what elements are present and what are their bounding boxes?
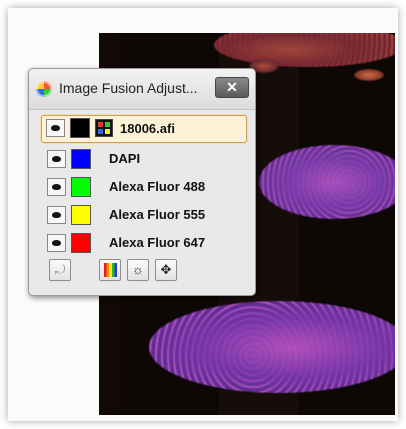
- color-swatch[interactable]: [71, 177, 91, 197]
- channel-label: DAPI: [109, 151, 141, 166]
- color-swatch[interactable]: [70, 118, 90, 138]
- color-swatch[interactable]: [71, 149, 91, 169]
- visibility-eye-icon[interactable]: [47, 178, 66, 196]
- color-swatch[interactable]: [71, 233, 91, 253]
- file-name-label: 18006.afi: [120, 121, 175, 136]
- reset-button[interactable]: ⤾: [49, 259, 71, 281]
- palette-icon: [104, 263, 117, 277]
- file-row[interactable]: 18006.afi: [41, 115, 247, 143]
- channel-label: Alexa Fluor 488: [109, 179, 206, 194]
- palette-button[interactable]: [99, 259, 121, 281]
- dialog-title: Image Fusion Adjust...: [59, 80, 198, 96]
- image-fusion-dialog: Image Fusion Adjust... ✕ 18006.afi DAPI …: [28, 68, 256, 296]
- visibility-eye-icon[interactable]: [47, 150, 66, 168]
- dialog-titlebar[interactable]: Image Fusion Adjust... ✕: [29, 69, 255, 110]
- visibility-eye-icon[interactable]: [47, 206, 66, 224]
- tissue-section-bottom: [149, 301, 395, 393]
- channel-row-alexa-555[interactable]: Alexa Fluor 555: [43, 203, 239, 227]
- app-icon: [36, 81, 52, 97]
- channel-label: Alexa Fluor 647: [109, 235, 206, 250]
- channel-row-dapi[interactable]: DAPI: [43, 147, 239, 171]
- channel-row-alexa-647[interactable]: Alexa Fluor 647: [43, 231, 239, 255]
- channel-label: Alexa Fluor 555: [109, 207, 206, 222]
- visibility-eye-icon[interactable]: [46, 119, 65, 137]
- close-button[interactable]: ✕: [215, 77, 249, 98]
- channel-row-alexa-488[interactable]: Alexa Fluor 488: [43, 175, 239, 199]
- multichannel-icon[interactable]: [95, 119, 113, 137]
- color-swatch[interactable]: [71, 205, 91, 225]
- move-button[interactable]: ✥: [155, 259, 177, 281]
- tissue-fragment: [354, 69, 384, 81]
- visibility-eye-icon[interactable]: [47, 234, 66, 252]
- brightness-button[interactable]: ☼: [127, 259, 149, 281]
